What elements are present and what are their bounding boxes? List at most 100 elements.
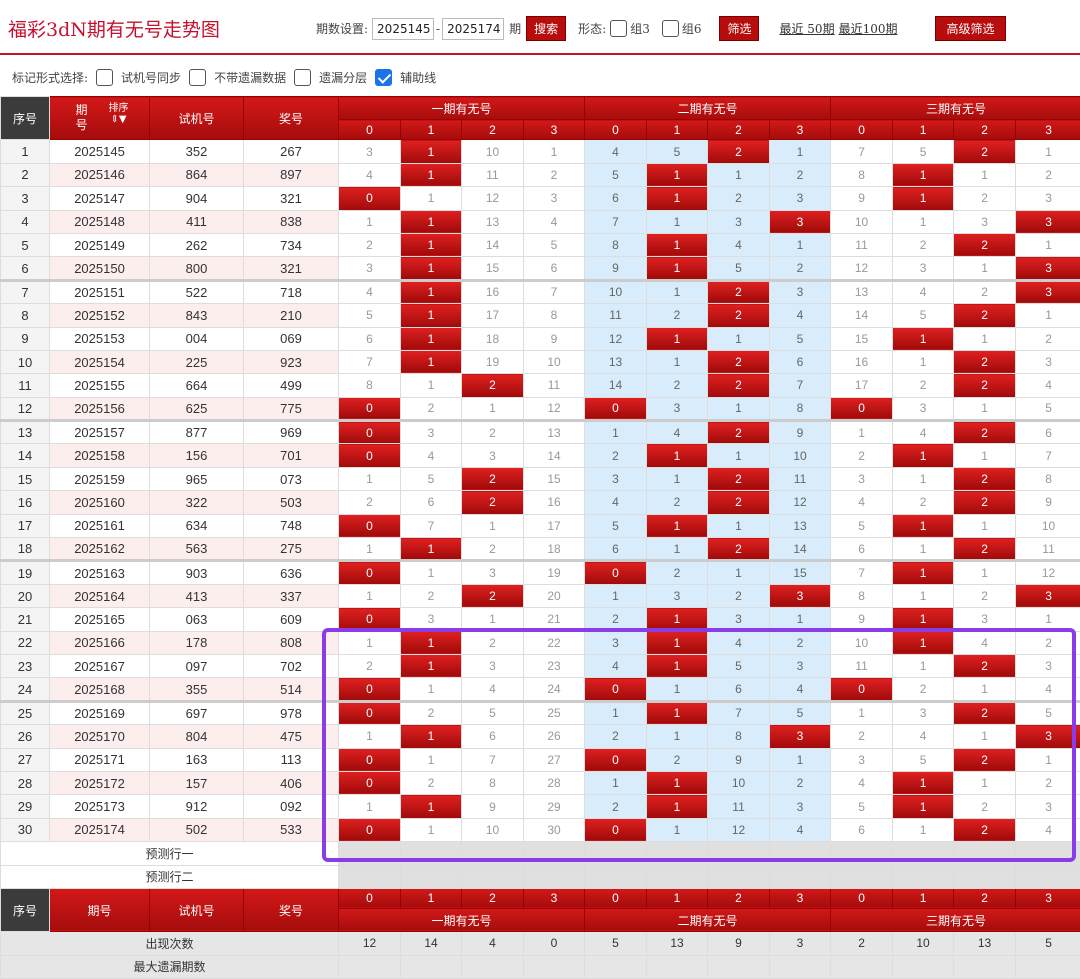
footer-group-2: 三期有无号: [831, 908, 1080, 931]
row-seq: 12: [1, 397, 50, 420]
row-seq: 2: [1, 163, 50, 186]
option-checkbox-1[interactable]: [189, 69, 206, 86]
miss-cell: 12: [708, 818, 770, 841]
period-end-input[interactable]: 2025174: [442, 18, 504, 40]
miss-cell: 16: [831, 350, 893, 373]
miss-cell: 3: [401, 608, 462, 631]
prediction-cell[interactable]: [954, 842, 1016, 865]
option-checkbox-3[interactable]: [375, 69, 392, 86]
prediction-cell[interactable]: [524, 842, 585, 865]
miss-cell: 15: [462, 257, 524, 280]
prediction-cell[interactable]: [585, 842, 647, 865]
prediction-cell[interactable]: [831, 842, 893, 865]
miss-cell: 6: [831, 538, 893, 561]
hit-cell: 2: [708, 467, 770, 490]
digit-header: 1: [401, 120, 462, 140]
miss-cell: 3: [647, 584, 708, 607]
header-period[interactable]: 期号排序⇕▼: [50, 97, 150, 140]
footer-digit: 3: [524, 888, 585, 908]
hit-cell: 1: [401, 631, 462, 654]
row-test-number: 522: [150, 280, 244, 303]
prediction-cell[interactable]: [1016, 865, 1080, 888]
miss-cell: 23: [524, 654, 585, 677]
hit-cell: 1: [647, 327, 708, 350]
footer-digit: 1: [893, 888, 954, 908]
row-test-number: 322: [150, 491, 244, 514]
prediction-cell[interactable]: [401, 842, 462, 865]
miss-cell: 15: [831, 327, 893, 350]
advanced-filter-button[interactable]: 高级筛选: [935, 16, 1005, 41]
search-button[interactable]: 搜索: [526, 16, 566, 41]
prediction-cell[interactable]: [770, 842, 831, 865]
prediction-cell[interactable]: [401, 865, 462, 888]
prediction-cell[interactable]: [831, 865, 893, 888]
prediction-cell[interactable]: [893, 865, 954, 888]
row-prize-number: 406: [244, 771, 339, 794]
hit-cell: 0: [339, 771, 401, 794]
miss-cell: 6: [831, 818, 893, 841]
prediction-cell[interactable]: [893, 842, 954, 865]
prediction-cell[interactable]: [647, 865, 708, 888]
prediction-cell[interactable]: [708, 842, 770, 865]
miss-cell: 8: [708, 725, 770, 748]
period-label: 期数设置:: [316, 20, 368, 37]
stat-value: 13: [954, 932, 1016, 955]
miss-cell: 6: [462, 725, 524, 748]
miss-cell: 3: [954, 608, 1016, 631]
prediction-cell[interactable]: [708, 865, 770, 888]
miss-cell: 1: [1016, 304, 1080, 327]
prediction-cell[interactable]: [462, 842, 524, 865]
miss-cell: 5: [339, 304, 401, 327]
group6-checkbox[interactable]: [662, 20, 679, 37]
prediction-cell[interactable]: [339, 865, 401, 888]
row-seq: 9: [1, 327, 50, 350]
prediction-cell[interactable]: [524, 865, 585, 888]
max-miss-value: [401, 955, 462, 978]
prediction-cell[interactable]: [954, 865, 1016, 888]
miss-cell: 2: [462, 631, 524, 654]
footer-digit: 2: [708, 888, 770, 908]
filter-button[interactable]: 筛选: [719, 16, 759, 41]
miss-cell: 3: [770, 654, 831, 677]
prediction-cell[interactable]: [1016, 842, 1080, 865]
hit-cell: 0: [339, 678, 401, 701]
row-test-number: 097: [150, 654, 244, 677]
footer-prize: 奖号: [244, 888, 339, 931]
prediction-cell[interactable]: [647, 842, 708, 865]
miss-cell: 3: [1016, 654, 1080, 677]
miss-cell: 7: [1016, 444, 1080, 467]
miss-cell: 2: [585, 608, 647, 631]
row-prize-number: 701: [244, 444, 339, 467]
row-prize-number: 337: [244, 584, 339, 607]
row-seq: 22: [1, 631, 50, 654]
miss-cell: 4: [1016, 678, 1080, 701]
miss-cell: 3: [770, 187, 831, 210]
group3-checkbox[interactable]: [610, 20, 627, 37]
miss-cell: 1: [954, 163, 1016, 186]
form-label: 形态:: [578, 20, 606, 37]
hit-cell: 2: [708, 538, 770, 561]
option-checkbox-0[interactable]: [96, 69, 113, 86]
miss-cell: 5: [708, 257, 770, 280]
recent-100-link[interactable]: 最近100期: [839, 20, 898, 37]
hit-cell: 1: [647, 444, 708, 467]
prediction-cell[interactable]: [585, 865, 647, 888]
row-test-number: 157: [150, 771, 244, 794]
miss-cell: 7: [401, 514, 462, 537]
miss-cell: 5: [708, 654, 770, 677]
row-seq: 18: [1, 538, 50, 561]
option-checkbox-2[interactable]: [294, 69, 311, 86]
prediction-cell[interactable]: [339, 842, 401, 865]
row-seq: 7: [1, 280, 50, 303]
recent-50-link[interactable]: 最近 50期: [779, 20, 834, 37]
prediction-cell[interactable]: [770, 865, 831, 888]
digit-header: 2: [954, 120, 1016, 140]
period-start-input[interactable]: 2025145: [372, 18, 434, 40]
miss-cell: 17: [524, 514, 585, 537]
sort-icon[interactable]: 排序⇕▼: [109, 103, 129, 125]
stat-value: 0: [524, 932, 585, 955]
prediction-cell[interactable]: [462, 865, 524, 888]
miss-cell: 7: [831, 561, 893, 584]
row-prize-number: 838: [244, 210, 339, 233]
row-prize-number: 718: [244, 280, 339, 303]
